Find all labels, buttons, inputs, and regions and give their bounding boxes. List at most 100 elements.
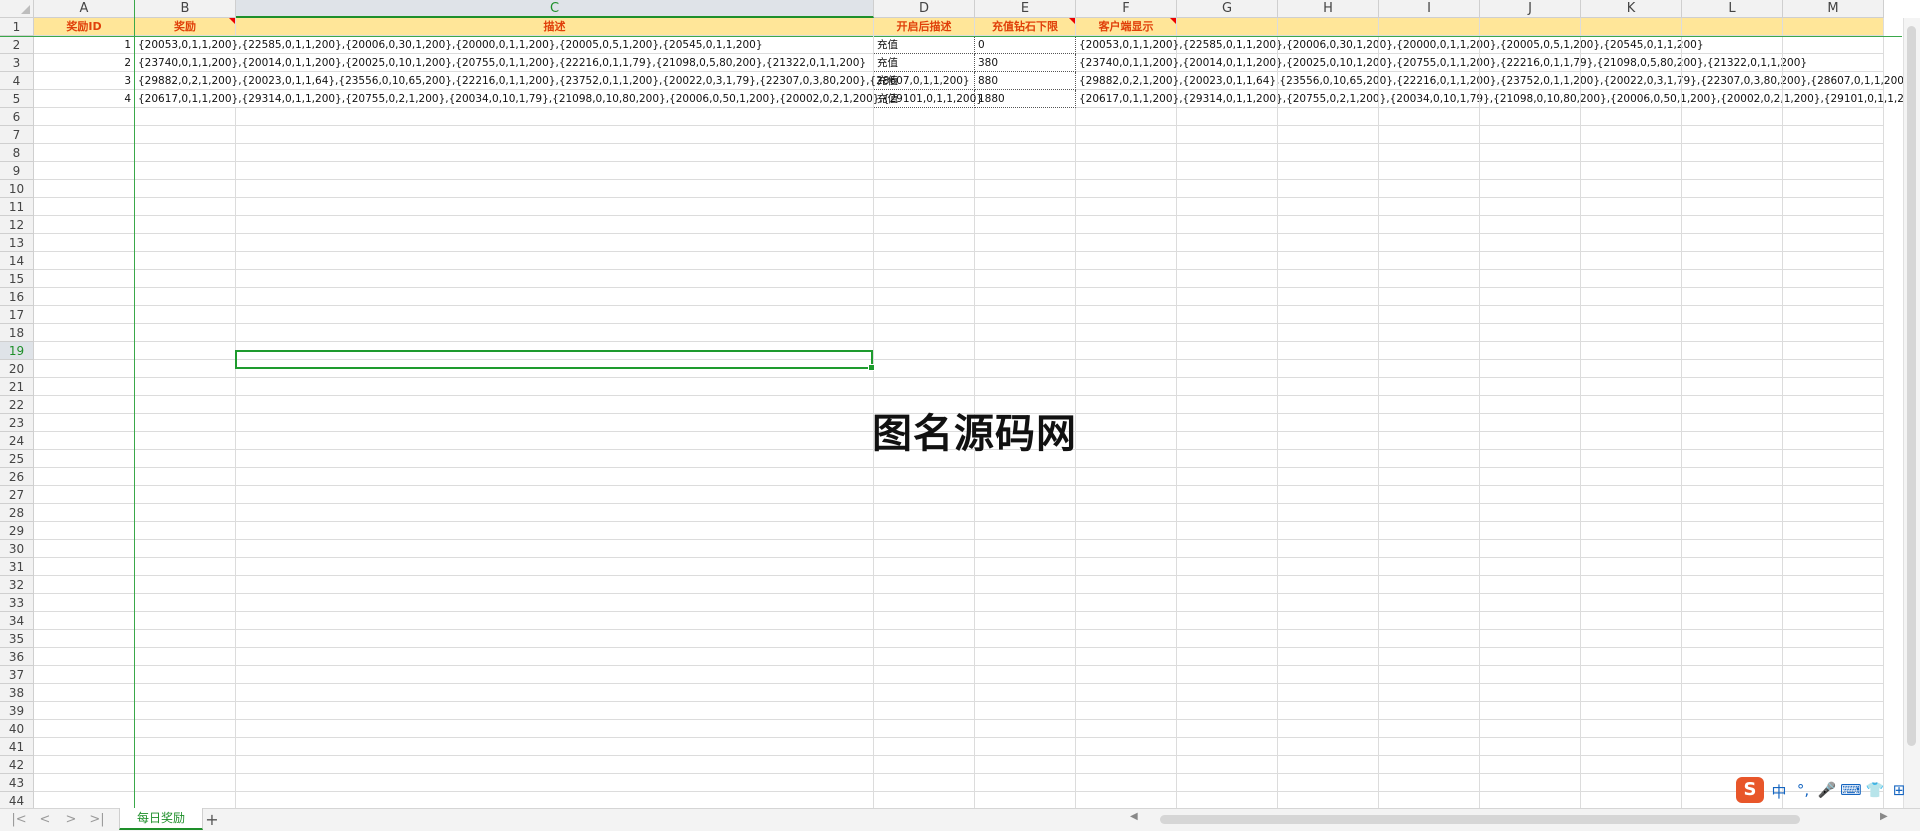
cell-L11[interactable]	[1682, 198, 1783, 216]
cell-L32[interactable]	[1682, 576, 1783, 594]
cell-F18[interactable]	[1076, 324, 1177, 342]
cell-A13[interactable]	[34, 234, 135, 252]
cell-I4[interactable]	[1379, 72, 1480, 90]
cell-E31[interactable]	[975, 558, 1076, 576]
cell-J31[interactable]	[1480, 558, 1581, 576]
cell-A35[interactable]	[34, 630, 135, 648]
cell-M7[interactable]	[1783, 126, 1884, 144]
cell-A18[interactable]	[34, 324, 135, 342]
row-header-13[interactable]: 13	[0, 234, 34, 252]
cell-B31[interactable]	[135, 558, 236, 576]
cell-F39[interactable]	[1076, 702, 1177, 720]
cell-H34[interactable]	[1278, 612, 1379, 630]
cell-B13[interactable]	[135, 234, 236, 252]
cell-J15[interactable]	[1480, 270, 1581, 288]
row-header-3[interactable]: 3	[0, 54, 34, 72]
cell-I12[interactable]	[1379, 216, 1480, 234]
cell-F26[interactable]	[1076, 468, 1177, 486]
cell-D42[interactable]	[874, 756, 975, 774]
cell-F38[interactable]	[1076, 684, 1177, 702]
sheet-tab-daily-rewards[interactable]: 每日奖励	[119, 808, 203, 830]
cell-A12[interactable]	[34, 216, 135, 234]
row-header-20[interactable]: 20	[0, 360, 34, 378]
cell-K28[interactable]	[1581, 504, 1682, 522]
cell-M10[interactable]	[1783, 180, 1884, 198]
cell-H26[interactable]	[1278, 468, 1379, 486]
horizontal-scroll-thumb[interactable]	[1160, 815, 1800, 824]
cell-C7[interactable]	[236, 126, 874, 144]
cell-G18[interactable]	[1177, 324, 1278, 342]
cell-B40[interactable]	[135, 720, 236, 738]
cell-M26[interactable]	[1783, 468, 1884, 486]
cell-E39[interactable]	[975, 702, 1076, 720]
cell-B32[interactable]	[135, 576, 236, 594]
cell-A40[interactable]	[34, 720, 135, 738]
column-header-K[interactable]: K	[1581, 0, 1682, 18]
cell-J20[interactable]	[1480, 360, 1581, 378]
cell-J8[interactable]	[1480, 144, 1581, 162]
column-header-C[interactable]: C	[236, 0, 874, 18]
cell-I33[interactable]	[1379, 594, 1480, 612]
cell-J30[interactable]	[1480, 540, 1581, 558]
cell-L4[interactable]	[1682, 72, 1783, 90]
cell-E12[interactable]	[975, 216, 1076, 234]
cell-B38[interactable]	[135, 684, 236, 702]
cell-G13[interactable]	[1177, 234, 1278, 252]
cell-B26[interactable]	[135, 468, 236, 486]
cell-M6[interactable]	[1783, 108, 1884, 126]
row-header-39[interactable]: 39	[0, 702, 34, 720]
row-header-26[interactable]: 26	[0, 468, 34, 486]
cell-I16[interactable]	[1379, 288, 1480, 306]
cell-L26[interactable]	[1682, 468, 1783, 486]
cell-D39[interactable]	[874, 702, 975, 720]
cell-A23[interactable]	[34, 414, 135, 432]
cell-J25[interactable]	[1480, 450, 1581, 468]
column-header-D[interactable]: D	[874, 0, 975, 18]
cell-A19[interactable]	[34, 342, 135, 360]
cell-A34[interactable]	[34, 612, 135, 630]
cell-F2[interactable]: {20053,0,1,1,200},{22585,0,1,1,200},{200…	[1076, 36, 1704, 54]
cell-D26[interactable]	[874, 468, 975, 486]
cell-L8[interactable]	[1682, 144, 1783, 162]
cell-H35[interactable]	[1278, 630, 1379, 648]
column-header-B[interactable]: B	[135, 0, 236, 18]
first-sheet-button[interactable]: |<	[10, 812, 28, 827]
cell-B6[interactable]	[135, 108, 236, 126]
cell-K30[interactable]	[1581, 540, 1682, 558]
cell-I17[interactable]	[1379, 306, 1480, 324]
cell-L23[interactable]	[1682, 414, 1783, 432]
cell-M36[interactable]	[1783, 648, 1884, 666]
cell-C1[interactable]: 描述	[236, 18, 874, 36]
cell-G35[interactable]	[1177, 630, 1278, 648]
cell-L34[interactable]	[1682, 612, 1783, 630]
cell-I29[interactable]	[1379, 522, 1480, 540]
cell-L12[interactable]	[1682, 216, 1783, 234]
cell-G42[interactable]	[1177, 756, 1278, 774]
cell-L6[interactable]	[1682, 108, 1783, 126]
cell-L36[interactable]	[1682, 648, 1783, 666]
row-header-18[interactable]: 18	[0, 324, 34, 342]
cell-A26[interactable]	[34, 468, 135, 486]
cell-M41[interactable]	[1783, 738, 1884, 756]
cell-J5[interactable]	[1480, 90, 1581, 108]
cell-G14[interactable]	[1177, 252, 1278, 270]
cell-M30[interactable]	[1783, 540, 1884, 558]
cell-B14[interactable]	[135, 252, 236, 270]
cell-A20[interactable]	[34, 360, 135, 378]
cell-K5[interactable]	[1581, 90, 1682, 108]
cell-K19[interactable]	[1581, 342, 1682, 360]
cell-I6[interactable]	[1379, 108, 1480, 126]
cell-A39[interactable]	[34, 702, 135, 720]
cell-L18[interactable]	[1682, 324, 1783, 342]
cell-J14[interactable]	[1480, 252, 1581, 270]
row-header-12[interactable]: 12	[0, 216, 34, 234]
row-header-41[interactable]: 41	[0, 738, 34, 756]
next-sheet-button[interactable]: >	[62, 812, 80, 827]
cell-K9[interactable]	[1581, 162, 1682, 180]
cell-E26[interactable]	[975, 468, 1076, 486]
cell-D29[interactable]	[874, 522, 975, 540]
cell-B11[interactable]	[135, 198, 236, 216]
cell-M37[interactable]	[1783, 666, 1884, 684]
cell-B39[interactable]	[135, 702, 236, 720]
cell-B2[interactable]: {20053,0,1,1,200},{22585,0,1,1,200},{200…	[135, 36, 874, 54]
